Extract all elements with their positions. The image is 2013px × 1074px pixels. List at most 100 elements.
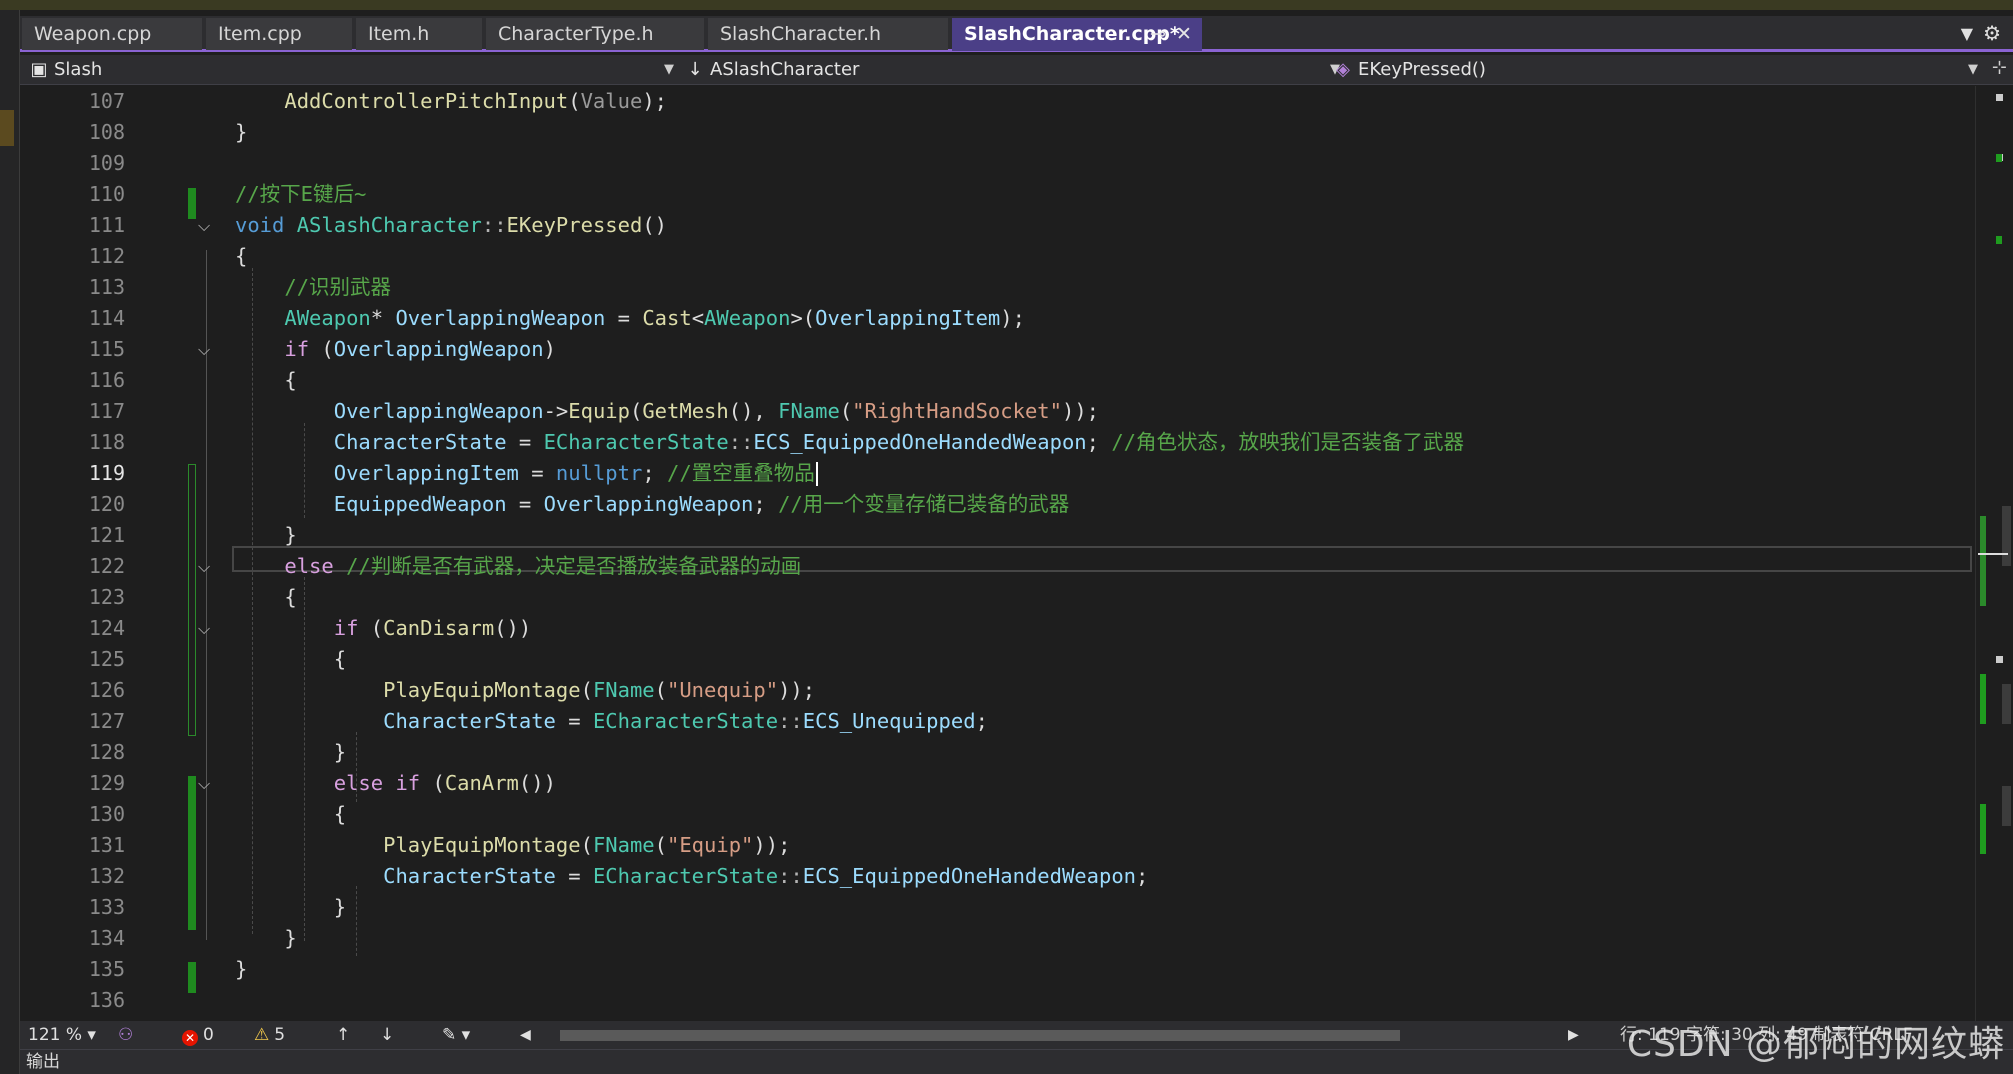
code-line: 126 PlayEquipMontage(FName("Unequip"));: [20, 675, 1975, 706]
code-text: else //判断是否有武器，决定是否播放装备武器的动画: [284, 554, 802, 578]
window-title-strip: [0, 0, 2013, 10]
code-text: {: [235, 802, 347, 826]
code-text: AddControllerPitchInput(Value);: [284, 89, 667, 113]
vertical-scrollbar[interactable]: [1975, 86, 2013, 1021]
line-number: 126: [88, 678, 125, 702]
line-number: 132: [88, 864, 125, 888]
line-number-current: 119: [88, 461, 125, 485]
arrow-up-icon[interactable]: ↑: [336, 1021, 350, 1049]
line-number: 130: [88, 802, 125, 826]
scrollbar-marker: [2002, 786, 2011, 826]
scroll-left-icon[interactable]: ◀: [520, 1021, 531, 1049]
code-editor[interactable]: 107 AddControllerPitchInput(Value); 108 …: [20, 86, 1975, 1021]
code-text: }: [235, 523, 297, 547]
copilot-icon[interactable]: ⚇: [118, 1021, 133, 1049]
scrollbar-change-mark: [1996, 154, 2002, 162]
line-number: 136: [88, 988, 125, 1012]
code-text: //识别武器: [284, 275, 392, 299]
line-number: 129: [88, 771, 125, 795]
horizontal-scrollbar[interactable]: [550, 1030, 1590, 1041]
code-text: }: [235, 926, 297, 950]
cleanup-brush-icon[interactable]: ✎ ▾: [442, 1021, 470, 1049]
line-number: 128: [88, 740, 125, 764]
tab-charactertype-h[interactable]: CharacterType.h: [486, 18, 704, 50]
code-line: 124 ⌵ if (CanDisarm()): [20, 613, 1975, 644]
line-number: 123: [88, 585, 125, 609]
split-editor-icon[interactable]: ⊹: [1992, 57, 2007, 78]
code-line: 123 {: [20, 582, 1975, 613]
tab-item-h[interactable]: Item.h: [356, 18, 482, 50]
code-text: else if (CanArm()): [333, 771, 556, 795]
tab-label: Item.cpp: [218, 23, 302, 45]
code-text: AWeapon* OverlappingWeapon = Cast<AWeapo…: [284, 306, 1025, 330]
errors-indicator[interactable]: ✕ 0: [182, 1021, 214, 1049]
fold-chevron-icon[interactable]: ⌵: [198, 551, 210, 582]
member-dropdown[interactable]: ◈ EKeyPressed() ▼: [1332, 57, 1982, 83]
error-count: 0: [203, 1025, 214, 1045]
code-text: PlayEquipMontage(FName("Equip"));: [383, 833, 791, 857]
code-line: 122 ⌵ else //判断是否有武器，决定是否播放装备武器的动画: [20, 551, 1975, 582]
tab-weapon-cpp[interactable]: Weapon.cpp: [22, 18, 202, 50]
text-caret: [815, 462, 818, 486]
scroll-right-icon[interactable]: ▶: [1568, 1021, 1579, 1049]
line-number: 112: [88, 244, 125, 268]
tab-label: SlashCharacter.h: [720, 23, 882, 45]
line-number: 121: [88, 523, 125, 547]
line-number: 116: [88, 368, 125, 392]
fold-chevron-icon[interactable]: ⌵: [198, 613, 210, 644]
scrollbar-marker: [1996, 656, 2003, 663]
rail-marker[interactable]: [0, 110, 14, 146]
line-number: 109: [88, 151, 125, 175]
line-number: 107: [88, 89, 125, 113]
code-line: 113 //识别武器: [20, 272, 1975, 303]
chevron-down-icon: ▼: [1968, 62, 1978, 77]
output-panel-label[interactable]: 输出: [26, 1052, 60, 1072]
line-number: 113: [88, 275, 125, 299]
tab-label: CharacterType.h: [498, 23, 654, 45]
scrollbar-change-mark: [1980, 674, 1986, 724]
gear-icon[interactable]: ⚙: [1983, 21, 2001, 45]
code-text: {: [235, 647, 347, 671]
horizontal-scrollbar-thumb[interactable]: [560, 1030, 1400, 1041]
code-text: //按下E键后~: [235, 182, 367, 206]
left-tool-rail: [0, 10, 20, 1074]
code-line: 111 ⌵ void ASlashCharacter::EKeyPressed(…: [20, 210, 1975, 241]
code-line: 108 }: [20, 117, 1975, 148]
line-number: 133: [88, 895, 125, 919]
tab-label: Item.h: [368, 23, 430, 45]
fold-chevron-icon[interactable]: ⌵: [198, 210, 210, 241]
tab-overflow-icon[interactable]: ▼: [1961, 24, 1973, 43]
scope-dropdown[interactable]: ↓ ASlashCharacter ▼: [684, 57, 1344, 83]
scrollbar-marker: [2002, 684, 2011, 724]
project-label: Slash: [54, 59, 103, 80]
line-number: 108: [88, 120, 125, 144]
tab-item-cpp[interactable]: Item.cpp: [206, 18, 352, 50]
fold-chevron-icon[interactable]: ⌵: [198, 768, 210, 799]
project-dropdown[interactable]: ▣ Slash ▼: [28, 57, 678, 83]
code-text: CharacterState = ECharacterState::ECS_Un…: [383, 709, 988, 733]
tab-slashcharacter-cpp[interactable]: SlashCharacter.cpp* ⊸ ✕: [952, 18, 1202, 51]
code-line: 107 AddControllerPitchInput(Value);: [20, 86, 1975, 117]
tab-slashcharacter-h[interactable]: SlashCharacter.h: [708, 18, 948, 50]
member-label: EKeyPressed(): [1358, 59, 1486, 80]
code-line: 109: [20, 148, 1975, 179]
warnings-indicator[interactable]: ⚠ 5: [254, 1021, 285, 1049]
project-icon: ▣: [30, 59, 48, 80]
pin-icon[interactable]: ⊸: [1150, 18, 1166, 50]
arrow-down-icon[interactable]: ↓: [380, 1021, 394, 1049]
code-line: 121 }: [20, 520, 1975, 551]
code-text: PlayEquipMontage(FName("Unequip"));: [383, 678, 816, 702]
code-text: }: [235, 895, 347, 919]
code-line: 132 CharacterState = ECharacterState::EC…: [20, 861, 1975, 892]
code-line: 120 EquippedWeapon = OverlappingWeapon; …: [20, 489, 1975, 520]
code-line: 134 }: [20, 923, 1975, 954]
line-number: 124: [88, 616, 125, 640]
fold-chevron-icon[interactable]: ⌵: [198, 334, 210, 365]
close-icon[interactable]: ✕: [1176, 18, 1192, 50]
zoom-dropdown[interactable]: 121 % ▾: [28, 1021, 96, 1049]
code-line: 127 CharacterState = ECharacterState::EC…: [20, 706, 1975, 737]
code-text: CharacterState = ECharacterState::ECS_Eq…: [333, 430, 1465, 454]
scrollbar-thumb[interactable]: [2002, 506, 2011, 566]
document-tab-bar: Weapon.cpp Item.cpp Item.h CharacterType…: [20, 16, 2013, 52]
tab-label: SlashCharacter.cpp*: [964, 23, 1180, 45]
